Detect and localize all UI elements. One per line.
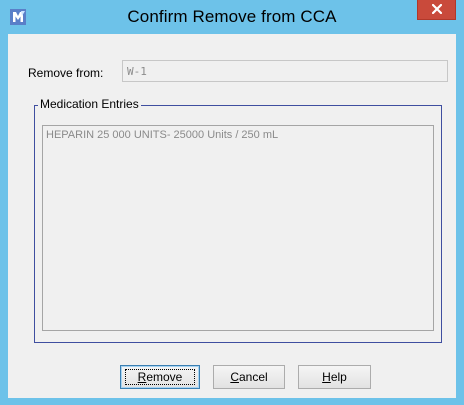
window-title: Confirm Remove from CCA <box>127 7 337 26</box>
help-button[interactable]: Help <box>298 365 371 389</box>
cancel-button[interactable]: Cancel <box>213 365 285 389</box>
remove-from-label: Remove from: <box>28 66 104 80</box>
remove-from-field: W-1 <box>122 60 448 82</box>
list-item[interactable]: HEPARIN 25 000 UNITS- 25000 Units / 250 … <box>46 129 278 141</box>
cancel-button-label: Cancel <box>230 370 268 384</box>
close-icon <box>430 1 443 19</box>
medication-entries-list[interactable]: HEPARIN 25 000 UNITS- 25000 Units / 250 … <box>42 125 434 331</box>
remove-button[interactable]: Remove <box>120 365 200 389</box>
close-button[interactable] <box>417 0 456 20</box>
focus-rectangle <box>125 369 195 385</box>
dialog-window: Confirm Remove from CCA Remove from: W-1… <box>0 0 464 405</box>
help-button-label: Help <box>322 370 347 384</box>
medication-entries-legend: Medication Entries <box>38 97 141 111</box>
title-bar[interactable]: Confirm Remove from CCA <box>0 0 464 34</box>
dialog-content: Remove from: W-1 Medication Entries HEPA… <box>8 34 456 398</box>
